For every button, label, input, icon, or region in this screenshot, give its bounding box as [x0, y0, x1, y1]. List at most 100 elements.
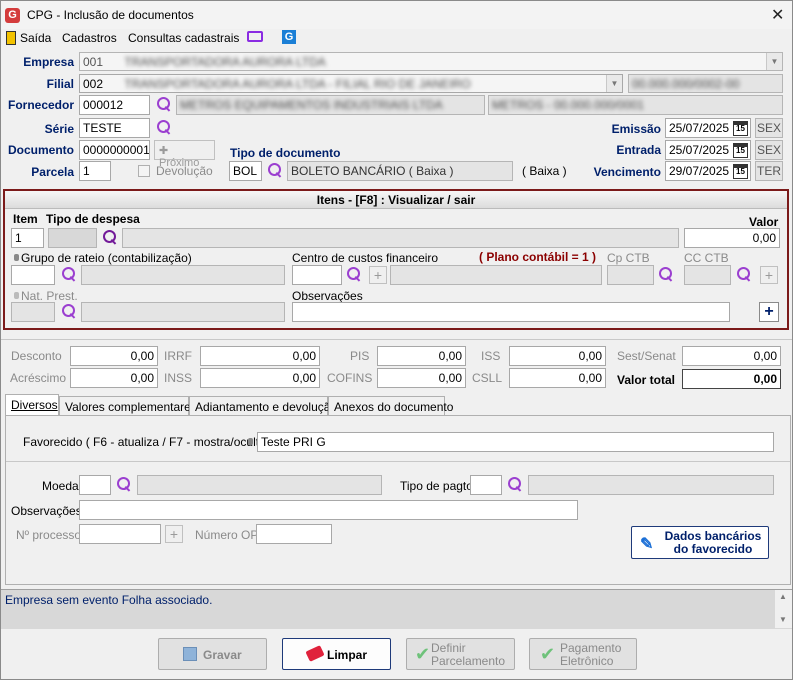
- inss-input[interactable]: 0,00: [200, 368, 320, 388]
- cc-ctb-label: CC CTB: [684, 251, 729, 265]
- tipo-despesa-search-icon[interactable]: [102, 229, 119, 246]
- cc-ctb-search-icon[interactable]: [736, 266, 753, 283]
- itens-header: Itens - [F8] : Visualizar / sair: [5, 191, 787, 209]
- vencimento-calendar-icon[interactable]: 15: [733, 164, 748, 179]
- observacoes-input[interactable]: [79, 500, 578, 520]
- serie-search-icon[interactable]: [156, 119, 173, 136]
- add-item-button[interactable]: +: [759, 302, 779, 322]
- title-bar: G CPG - Inclusão de documentos ✕: [1, 1, 792, 29]
- empresa-field[interactable]: 001 TRANSPORTADORA AURORA LTDA: [79, 52, 783, 71]
- empresa-label: Empresa: [23, 55, 74, 69]
- cc-ctb-add-button[interactable]: +: [760, 266, 778, 284]
- tab-adiantamento-devolucao[interactable]: Adiantamento e devolução: [189, 396, 337, 416]
- gravar-button[interactable]: Gravar: [158, 638, 267, 670]
- csll-input[interactable]: 0,00: [509, 368, 606, 388]
- centro-custos-label: Centro de custos financeiro: [292, 251, 439, 265]
- scroll-up-icon[interactable]: ▲: [779, 592, 787, 601]
- empresa-dropdown-icon[interactable]: ▼: [766, 53, 782, 70]
- tab-valores-complementares[interactable]: Valores complementares: [59, 396, 197, 416]
- tipo-pagto-input[interactable]: [470, 475, 502, 495]
- save-icon: [183, 647, 197, 661]
- iss-input[interactable]: 0,00: [509, 346, 606, 366]
- entrada-label: Entrada: [616, 143, 661, 157]
- centro-custos-input[interactable]: [292, 265, 342, 285]
- tipo-despesa-name-field: [122, 228, 679, 248]
- vencimento-label: Vencimento: [593, 165, 661, 179]
- centro-custos-add-button[interactable]: +: [369, 266, 387, 284]
- tab-anexos-documento[interactable]: Anexos do documento: [328, 396, 453, 416]
- filial-field[interactable]: 002 TRANSPORTADORA AURORA LTDA - FILIAL …: [79, 74, 623, 93]
- tipo-pagto-search-icon[interactable]: [507, 476, 524, 493]
- entrada-calendar-icon[interactable]: 15: [733, 143, 748, 158]
- favorecido-pin-icon: [248, 438, 253, 445]
- tipo-documento-search-icon[interactable]: [267, 162, 284, 179]
- emissao-calendar-icon[interactable]: 15: [733, 121, 748, 136]
- irrf-input[interactable]: 0,00: [200, 346, 320, 366]
- centro-custos-search-icon[interactable]: [346, 266, 363, 283]
- emissao-label: Emissão: [611, 122, 661, 136]
- tipo-documento-code-input[interactable]: BOL: [229, 161, 262, 181]
- grupo-rateio-name-field: [81, 265, 285, 285]
- moeda-input[interactable]: [79, 475, 111, 495]
- exit-icon[interactable]: [6, 31, 16, 45]
- status-scrollbar[interactable]: ▲ ▼: [775, 590, 792, 628]
- nprocesso-add-button[interactable]: +: [165, 525, 183, 543]
- devolucao-checkbox[interactable]: [138, 165, 150, 177]
- tipo-documento-baixa: ( Baixa ): [522, 164, 567, 178]
- filial-code: 002: [83, 77, 104, 91]
- irrf-label: IRRF: [164, 349, 192, 363]
- favorecido-label: Favorecido ( F6 - atualiza / F7 - mostra…: [23, 435, 274, 449]
- documento-input[interactable]: 0000000001: [79, 140, 150, 160]
- grupo-rateio-search-icon[interactable]: [61, 266, 78, 283]
- fornecedor-fantasia-field: METROS - 00.000.000/0001: [488, 95, 783, 115]
- csll-label: CSLL: [472, 371, 503, 385]
- sest-input[interactable]: 0,00: [682, 346, 781, 366]
- brand-g-icon[interactable]: G: [282, 30, 296, 44]
- nat-prest-input[interactable]: [11, 302, 55, 322]
- filial-dropdown-icon[interactable]: ▼: [606, 75, 622, 92]
- pagamento-eletronico-button[interactable]: ✔ Pagamento Eletrônico: [529, 638, 637, 670]
- menu-cadastros[interactable]: Cadastros: [62, 31, 117, 45]
- fornecedor-code-input[interactable]: 000012: [79, 95, 150, 115]
- numero-op-input[interactable]: [256, 524, 332, 544]
- app-logo-icon: G: [5, 8, 20, 23]
- definir-parcelamento-button[interactable]: ✔ Definir Parcelamento: [406, 638, 515, 670]
- acrescimo-input[interactable]: 0,00: [70, 368, 158, 388]
- check-icon: ✔: [540, 644, 556, 664]
- filial-name: TRANSPORTADORA AURORA LTDA - FILIAL RIO …: [124, 77, 471, 91]
- fornecedor-name-field: METROS EQUIPAMENTOS INDUSTRIAIS LTDA: [176, 95, 485, 115]
- favorecido-input[interactable]: Teste PRI G: [257, 432, 774, 452]
- nprocesso-input[interactable]: [79, 524, 161, 544]
- moeda-label: Moeda: [42, 479, 79, 493]
- valor-input[interactable]: 0,00: [684, 228, 780, 248]
- numero-op-label: Número OP: [195, 528, 259, 542]
- close-icon[interactable]: ✕: [771, 5, 784, 25]
- item-input[interactable]: 1: [11, 228, 44, 248]
- pis-input[interactable]: 0,00: [377, 346, 466, 366]
- grupo-rateio-input[interactable]: [11, 265, 55, 285]
- cp-ctb-input[interactable]: [607, 265, 654, 285]
- observacoes-item-input[interactable]: [292, 302, 730, 322]
- limpar-button[interactable]: Limpar: [282, 638, 391, 670]
- tipo-documento-label: Tipo de documento: [230, 146, 341, 160]
- tipo-despesa-input[interactable]: [48, 228, 97, 248]
- monitor-icon[interactable]: [247, 31, 263, 42]
- dados-bancarios-button[interactable]: ✎ Dados bancários do favorecido: [631, 526, 769, 559]
- cp-ctb-search-icon[interactable]: [658, 266, 675, 283]
- observacoes-item-label: Observações: [292, 289, 363, 303]
- menu-saida[interactable]: Saída: [20, 31, 51, 45]
- proximo-button[interactable]: ✚ Próximo: [154, 140, 215, 169]
- desconto-label: Desconto: [11, 349, 62, 363]
- desconto-input[interactable]: 0,00: [70, 346, 158, 366]
- tab-diversos[interactable]: Diversos: [5, 394, 59, 416]
- moeda-search-icon[interactable]: [116, 476, 133, 493]
- cofins-input[interactable]: 0,00: [377, 368, 466, 388]
- menu-consultas-cadastrais[interactable]: Consultas cadastrais: [128, 31, 239, 45]
- totals-divider: [1, 339, 792, 340]
- nat-prest-search-icon[interactable]: [61, 303, 78, 320]
- fornecedor-search-icon[interactable]: [156, 96, 173, 113]
- serie-input[interactable]: TESTE: [79, 118, 150, 138]
- parcela-input[interactable]: 1: [79, 161, 111, 181]
- cc-ctb-input[interactable]: [684, 265, 731, 285]
- scroll-down-icon[interactable]: ▼: [779, 615, 787, 624]
